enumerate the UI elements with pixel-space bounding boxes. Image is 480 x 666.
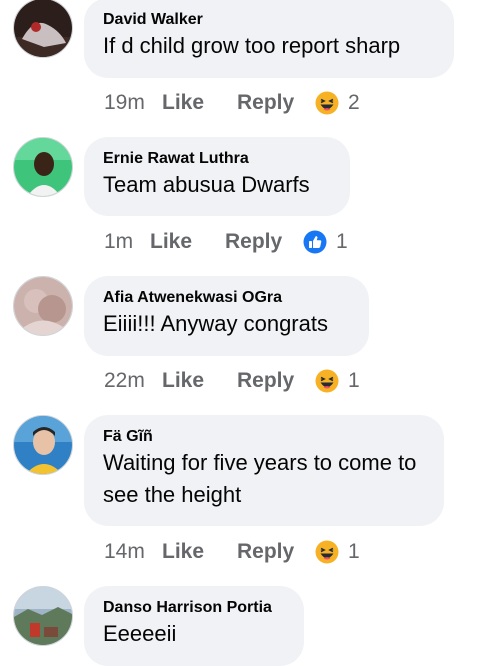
- reaction-summary[interactable]: 1: [303, 230, 348, 254]
- comment-text: Waiting for five years to come to see th…: [103, 450, 417, 507]
- commenter-name[interactable]: Danso Harrison Portia: [103, 598, 284, 618]
- avatar[interactable]: [13, 586, 73, 646]
- comment-timestamp[interactable]: 19m: [104, 91, 162, 115]
- haha-icon: [315, 91, 339, 115]
- comment-bubble: Ernie Rawat Luthra Team abusua Dwarfs: [84, 137, 350, 216]
- reply-button[interactable]: Reply: [237, 540, 315, 564]
- comment-bubble: Danso Harrison Portia Eeeeeii: [84, 586, 304, 666]
- reaction-count: 1: [348, 369, 360, 392]
- like-button[interactable]: Like: [162, 91, 237, 115]
- like-button[interactable]: Like: [150, 230, 225, 254]
- comment-bubble: Fä Gĩñ Waiting for five years to come to…: [84, 415, 444, 526]
- reaction-count: 1: [348, 540, 360, 563]
- avatar[interactable]: [13, 415, 73, 475]
- comment-timestamp[interactable]: 14m: [104, 540, 162, 564]
- reaction-summary[interactable]: 1: [315, 369, 360, 393]
- like-button[interactable]: Like: [162, 540, 237, 564]
- comment-actions: 19m Like Reply 2: [104, 88, 360, 118]
- comment-actions: 1m Like Reply 1: [104, 227, 348, 257]
- haha-icon: [315, 540, 339, 564]
- reply-button[interactable]: Reply: [237, 369, 315, 393]
- reply-button[interactable]: Reply: [237, 91, 315, 115]
- avatar[interactable]: [13, 137, 73, 197]
- like-icon: [303, 230, 327, 254]
- avatar[interactable]: [13, 0, 73, 58]
- reaction-count: 1: [336, 230, 348, 253]
- reaction-count: 2: [348, 91, 360, 114]
- comment-bubble: David Walker If d child grow too report …: [84, 0, 454, 78]
- commenter-name[interactable]: Fä Gĩñ: [103, 427, 424, 447]
- commenter-name[interactable]: David Walker: [103, 10, 434, 30]
- comment-text: Team abusua Dwarfs: [103, 172, 310, 197]
- like-button[interactable]: Like: [162, 369, 237, 393]
- reply-button[interactable]: Reply: [225, 230, 303, 254]
- haha-icon: [315, 369, 339, 393]
- reaction-summary[interactable]: 1: [315, 540, 360, 564]
- comment-text: If d child grow too report sharp: [103, 33, 401, 58]
- avatar[interactable]: [13, 276, 73, 336]
- comment-actions: 22m Like Reply 1: [104, 366, 360, 396]
- commenter-name[interactable]: Ernie Rawat Luthra: [103, 149, 330, 169]
- comment-text: Eeeeeii: [103, 621, 177, 646]
- comment-text: Eiiii!!! Anyway congrats: [103, 311, 328, 336]
- reaction-summary[interactable]: 2: [315, 91, 360, 115]
- comment-actions: 14m Like Reply 1: [104, 537, 360, 567]
- commenter-name[interactable]: Afia Atwenekwasi OGra: [103, 288, 349, 308]
- comment-bubble: Afia Atwenekwasi OGra Eiiii!!! Anyway co…: [84, 276, 369, 356]
- comment-timestamp[interactable]: 1m: [104, 230, 150, 254]
- comment-timestamp[interactable]: 22m: [104, 369, 162, 393]
